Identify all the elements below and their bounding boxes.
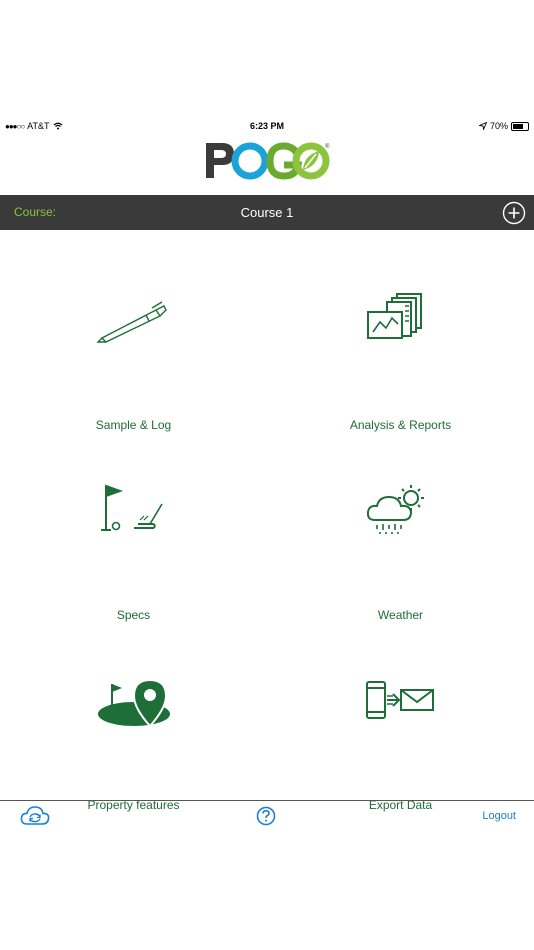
tile-analysis-reports[interactable]: Analysis & Reports	[267, 250, 534, 440]
tile-property-features[interactable]: Property features	[0, 630, 267, 820]
cloud-sun-rain-icon	[267, 480, 534, 550]
pogo-logo: ®	[0, 139, 534, 183]
tile-label: Weather	[377, 608, 424, 622]
golf-flag-putter-icon	[0, 480, 267, 550]
logout-link[interactable]: Logout	[482, 810, 516, 822]
battery-percent: 70%	[489, 121, 508, 131]
battery-fill	[513, 123, 523, 129]
battery-icon	[511, 121, 529, 131]
cloud-sync-icon[interactable]	[20, 805, 50, 827]
tile-label: Sample & Log	[95, 418, 172, 432]
course-name[interactable]: Course 1	[0, 205, 534, 220]
phone-to-mail-icon	[267, 670, 534, 740]
green-map-pin-icon	[0, 670, 267, 740]
course-bar: Course: Course 1	[0, 195, 534, 230]
tile-sample-log[interactable]: Sample & Log	[0, 250, 267, 440]
report-chart-icon	[267, 290, 534, 360]
location-arrow-icon	[478, 122, 487, 130]
help-icon[interactable]	[256, 806, 276, 826]
add-course-button[interactable]	[502, 201, 526, 225]
status-bar: ●●●○○ AT&T 6:23 PM 70%	[0, 118, 534, 134]
svg-text:®: ®	[325, 143, 330, 150]
tile-export-data[interactable]: Export Data	[267, 630, 534, 820]
status-time: 6:23 PM	[249, 121, 284, 131]
tile-label: Analysis & Reports	[349, 418, 452, 432]
tile-label: Specs	[116, 608, 151, 622]
toolbar-divider	[0, 800, 534, 801]
tile-weather[interactable]: Weather	[267, 440, 534, 630]
status-right: 70%	[478, 121, 529, 131]
tile-specs[interactable]: Specs	[0, 440, 267, 630]
pen-probe-icon	[0, 290, 267, 360]
